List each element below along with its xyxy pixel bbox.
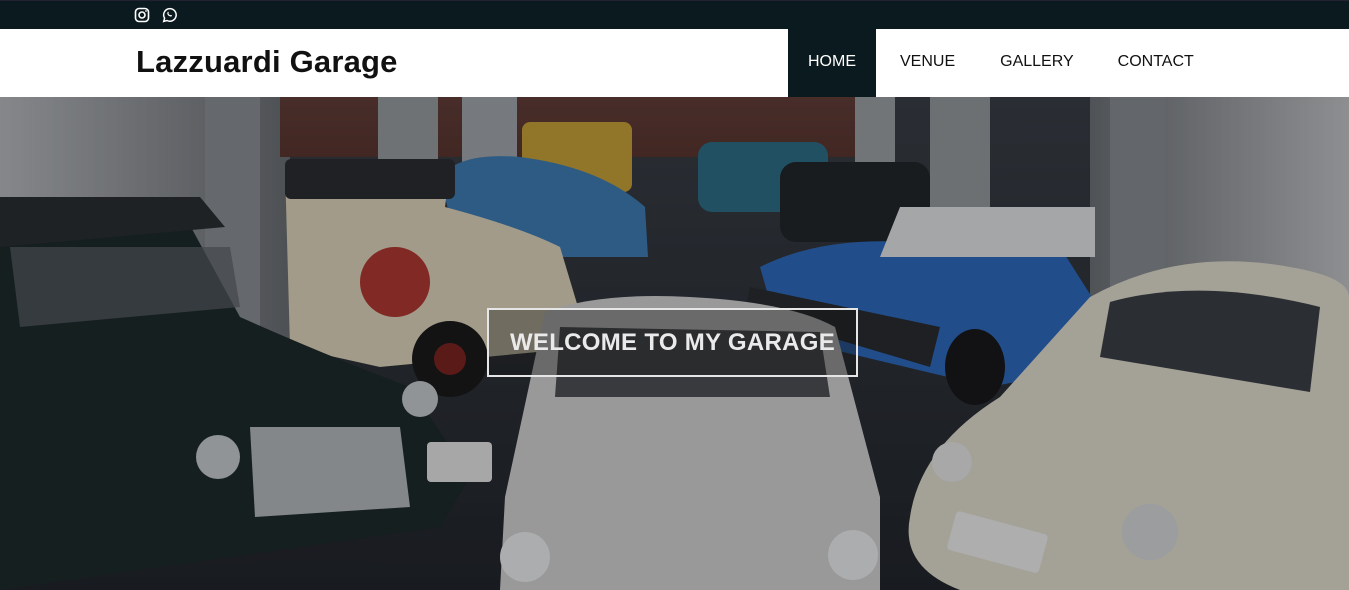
nav-item-contact[interactable]: CONTACT [1096, 29, 1216, 97]
whatsapp-icon[interactable] [162, 7, 178, 23]
hero-heading: WELCOME TO MY GARAGE [487, 308, 858, 377]
instagram-icon[interactable] [134, 7, 150, 23]
navbar: Lazzuardi Garage HOME VENUE GALLERY CONT… [0, 29, 1349, 97]
hero-banner: WELCOME TO MY GARAGE [0, 97, 1349, 590]
nav-item-home[interactable]: HOME [788, 29, 876, 97]
top-bar [0, 0, 1349, 29]
nav-item-gallery[interactable]: GALLERY [978, 29, 1096, 97]
nav-item-venue[interactable]: VENUE [876, 29, 978, 97]
nav-menu: HOME VENUE GALLERY CONTACT [788, 29, 1216, 97]
brand-logo[interactable]: Lazzuardi Garage [136, 29, 398, 97]
